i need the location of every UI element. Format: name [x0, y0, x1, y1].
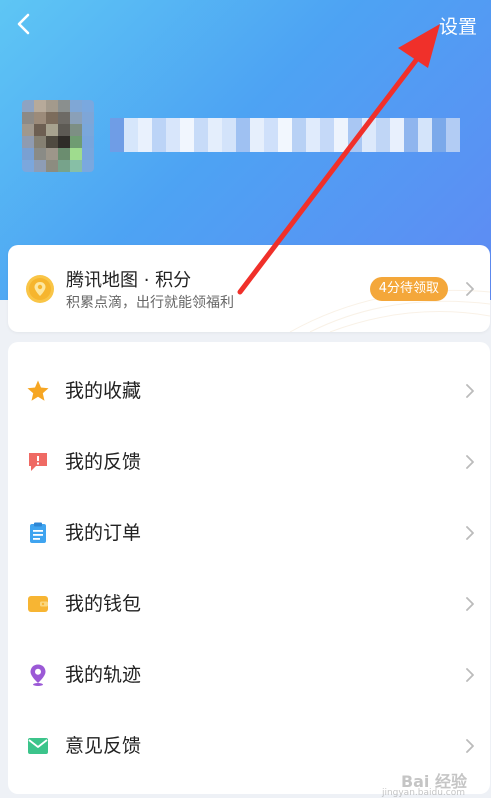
watermark-url: jingyan.baidu.com [381, 788, 465, 798]
location-pin-icon [30, 664, 46, 686]
menu-item-wallet[interactable]: 我的钱包 [8, 568, 490, 639]
points-coin-icon [26, 275, 54, 303]
menu-item-orders[interactable]: 我的订单 [8, 497, 490, 568]
points-title: 腾讯地图 · 积分 [66, 270, 192, 291]
points-card[interactable]: 腾讯地图 · 积分 积累点滴，出行就能领福利 4分待领取 [8, 245, 490, 332]
menu-item-label: 意见反馈 [65, 735, 142, 757]
menu-item-label: 我的钱包 [65, 593, 142, 615]
points-subtitle: 积累点滴，出行就能领福利 [66, 295, 234, 311]
menu-item-my-feedback[interactable]: 我的反馈 [8, 426, 490, 497]
avatar[interactable] [22, 100, 94, 172]
menu-item-label: 我的订单 [65, 522, 142, 544]
feedback-alert-icon [29, 453, 47, 471]
clipboard-icon [30, 522, 46, 543]
wallet-icon [28, 596, 48, 612]
menu-item-trajectory[interactable]: 我的轨迹 [8, 639, 490, 710]
chevron-right-icon [466, 384, 474, 398]
chevron-left-icon [17, 13, 30, 35]
chevron-right-icon [466, 282, 474, 296]
settings-button[interactable]: 设置 [439, 12, 477, 39]
chevron-right-icon [466, 455, 474, 469]
envelope-icon [28, 738, 48, 754]
chevron-right-icon [466, 526, 474, 540]
chevron-right-icon [466, 597, 474, 611]
menu-item-label: 我的反馈 [65, 451, 142, 473]
star-icon [27, 380, 49, 401]
menu-item-favorites[interactable]: 我的收藏 [8, 355, 490, 426]
menu-item-label: 我的轨迹 [65, 664, 142, 686]
menu-list: 我的收藏 我的反馈 我的订单 我的钱包 我的轨迹 意见反馈 [8, 342, 490, 794]
back-button[interactable] [8, 8, 40, 40]
menu-item-label: 我的收藏 [65, 380, 142, 402]
points-badge[interactable]: 4分待领取 [369, 277, 448, 301]
username [110, 118, 460, 152]
chevron-right-icon [466, 739, 474, 753]
chevron-right-icon [466, 668, 474, 682]
